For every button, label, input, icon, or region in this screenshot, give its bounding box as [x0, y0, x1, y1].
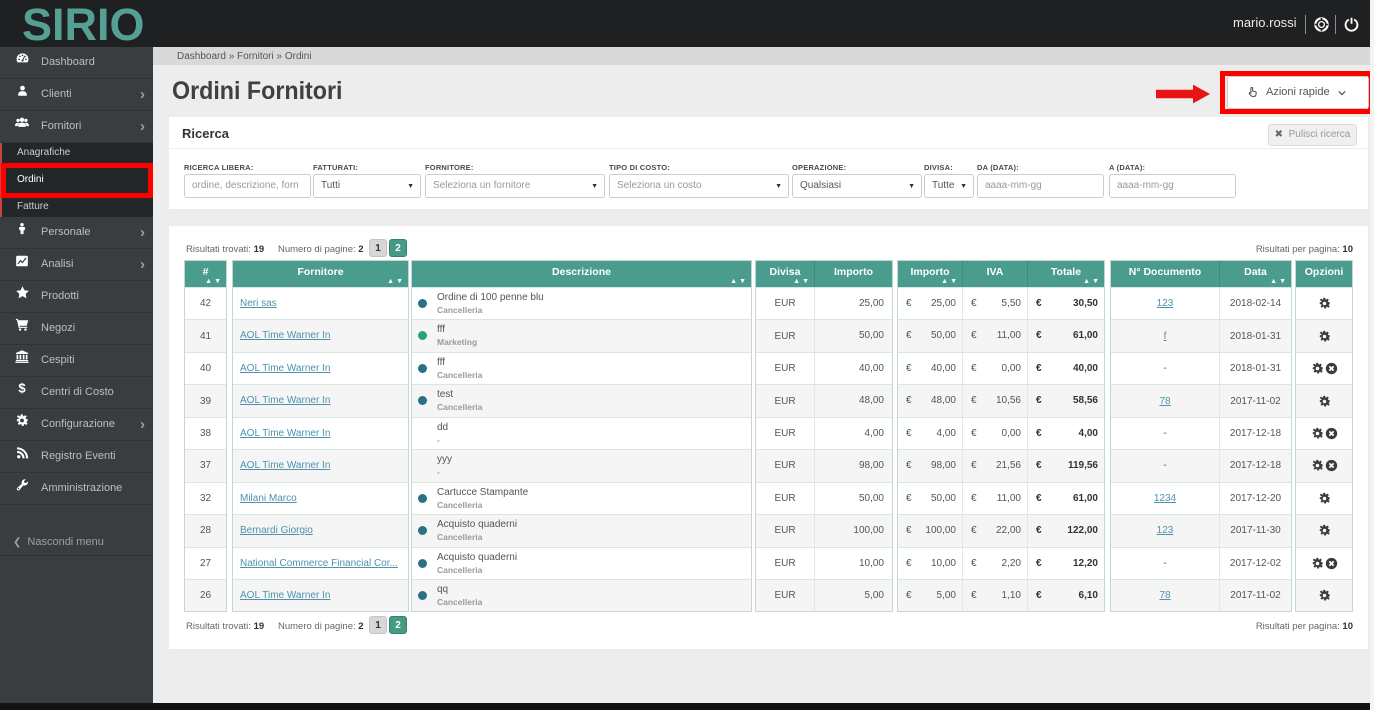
svg-text:$: $: [18, 380, 26, 395]
